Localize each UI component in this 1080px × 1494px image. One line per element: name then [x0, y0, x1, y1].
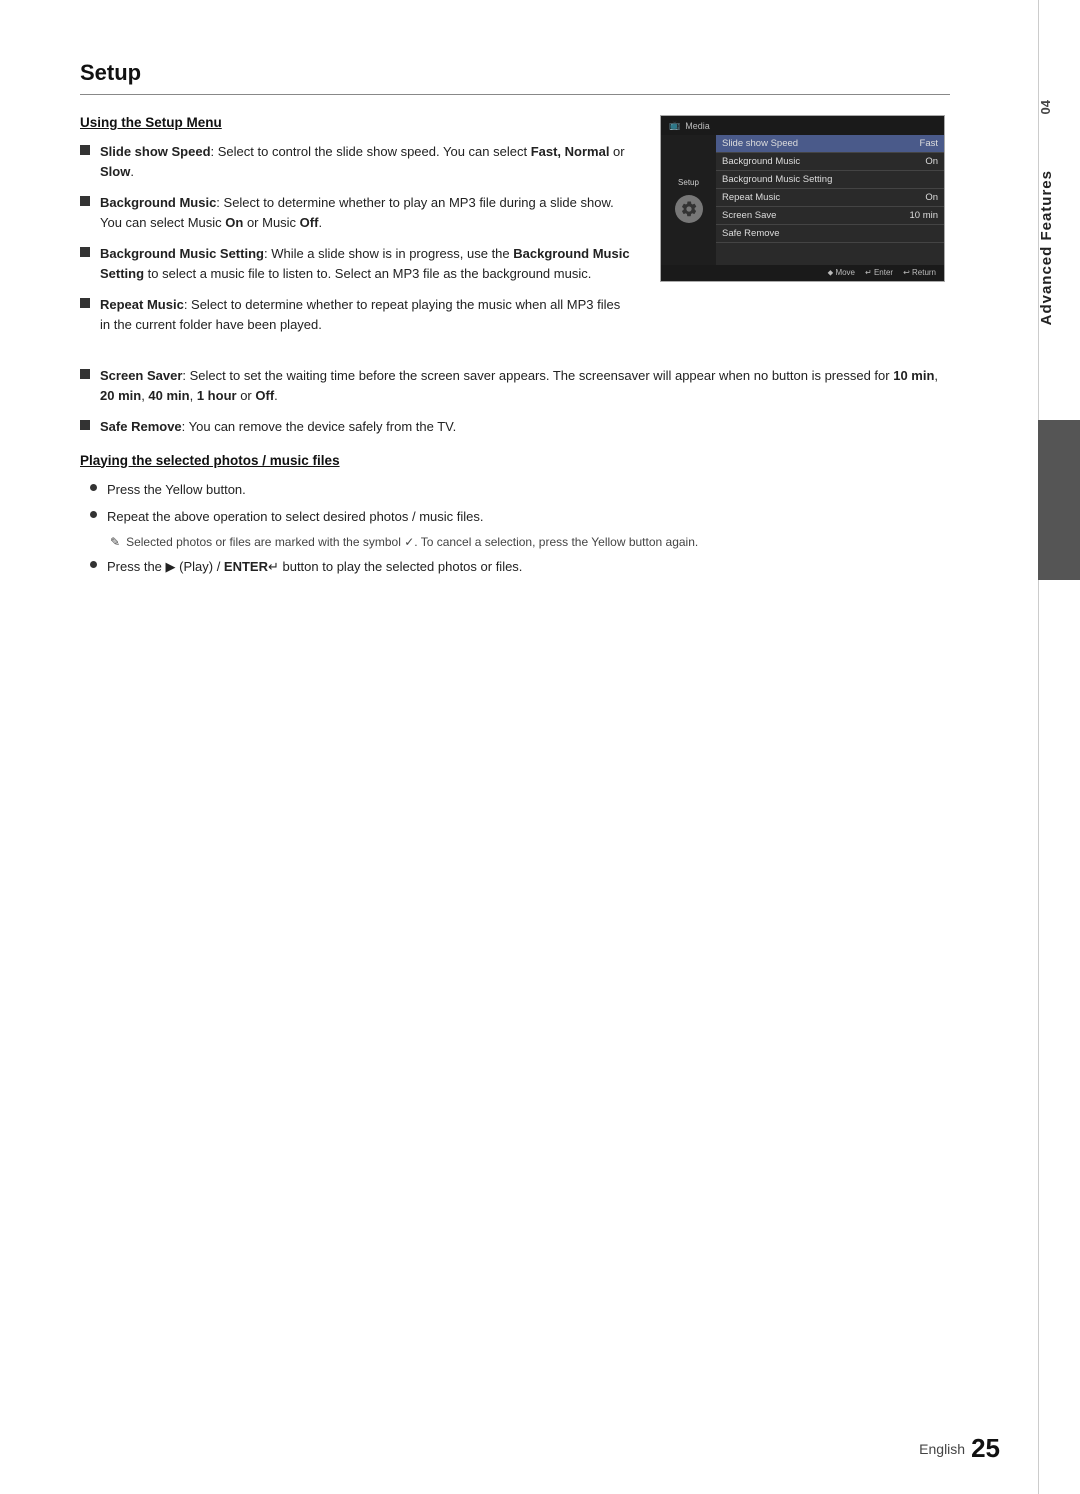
note-line: ✎ Selected photos or files are marked wi… [110, 535, 950, 549]
screen-row-label: Background Music [722, 156, 800, 167]
screen-row-value: 10 min [909, 210, 938, 221]
footer: English 25 [919, 1433, 1000, 1464]
screen-top-bar: 📺 Media [661, 116, 944, 135]
remaining-bullet-list: Screen Saver: Select to set the waiting … [80, 366, 950, 437]
full-width-bullets: Screen Saver: Select to set the waiting … [80, 366, 950, 437]
playing-section-heading: Playing the selected photos / music file… [80, 453, 950, 468]
side-dark-bar [1038, 420, 1080, 580]
playing-bullet-3: Press the ▶ (Play) / ENTER↵ button to pl… [90, 557, 950, 577]
bullet-square-icon [80, 298, 90, 308]
media-icon: 📺 [669, 120, 680, 131]
screen-content: Slide show Speed Fast Background Music O… [716, 135, 944, 265]
screen-row-saferemove: Safe Remove [716, 225, 944, 243]
bullet-square-icon [80, 247, 90, 257]
screen-row-repeatmusic: Repeat Music On [716, 189, 944, 207]
bullet-square-icon [80, 145, 90, 155]
bullet-circle-icon [90, 484, 97, 491]
section-title: Setup [80, 60, 950, 95]
screen-row-slideshow: Slide show Speed Fast [716, 135, 944, 153]
playing-bullet-2-text: Repeat the above operation to select des… [107, 507, 484, 527]
using-setup-menu-heading: Using the Setup Menu [80, 115, 630, 130]
screen-row-value: On [925, 192, 938, 203]
screen-control-move: ⬥ Move [828, 268, 855, 278]
screen-control-enter: ↵ Enter [865, 268, 893, 278]
bullet-background-music-setting: Background Music Setting: While a slide … [80, 244, 630, 283]
bullet-safe-remove: Safe Remove: You can remove the device s… [80, 417, 950, 437]
note-pencil-icon: ✎ [110, 535, 120, 549]
screen-row-label: Safe Remove [722, 228, 780, 239]
screen-bottom-bar: ⬥ Move ↵ Enter ↩ Return [661, 265, 944, 281]
screen-media-label: Media [685, 121, 710, 131]
screen-mockup: 📺 Media Setup [660, 115, 945, 282]
bullet-background-music-text: Background Music: Select to determine wh… [100, 193, 630, 232]
bullet-background-music-setting-text: Background Music Setting: While a slide … [100, 244, 630, 283]
side-tab: 04 Advanced Features [1038, 0, 1080, 1494]
playing-bullet-1-text: Press the Yellow button. [107, 480, 246, 500]
setup-bullet-list: Slide show Speed: Select to control the … [80, 142, 630, 334]
bullet-safe-remove-text: Safe Remove: You can remove the device s… [100, 417, 950, 437]
playing-bullet-3-text: Press the ▶ (Play) / ENTER↵ button to pl… [107, 557, 522, 577]
screen-row-bgmusicsetting: Background Music Setting [716, 171, 944, 189]
playing-bullet-list: Press the Yellow button. Repeat the abov… [90, 480, 950, 527]
chapter-number: 04 [1038, 100, 1080, 114]
screen-row-label: Screen Save [722, 210, 776, 221]
screen-row-value: On [925, 156, 938, 167]
bullet-circle-icon [90, 561, 97, 568]
gear-icon [675, 195, 703, 223]
page-container: 04 Advanced Features Setup Using the Set… [0, 0, 1080, 1494]
screen-body: Setup Slide show Speed [661, 135, 944, 265]
playing-bullet-2: Repeat the above operation to select des… [90, 507, 950, 527]
screen-sidebar: Setup [661, 135, 716, 265]
main-content: Setup Using the Setup Menu Slide show Sp… [80, 60, 950, 576]
footer-english-label: English [919, 1441, 965, 1457]
screen-row-label: Background Music Setting [722, 174, 832, 185]
playing-section: Playing the selected photos / music file… [80, 453, 950, 577]
bullet-square-icon [80, 196, 90, 206]
left-column: Using the Setup Menu Slide show Speed: S… [80, 115, 630, 346]
bullet-slideshow-speed: Slide show Speed: Select to control the … [80, 142, 630, 181]
bullet-circle-icon [90, 511, 97, 518]
chapter-label: Advanced Features [1038, 160, 1080, 335]
screen-control-return: ↩ Return [903, 268, 936, 278]
playing-bullet-1: Press the Yellow button. [90, 480, 950, 500]
bullet-square-icon [80, 420, 90, 430]
two-col-layout: Using the Setup Menu Slide show Speed: S… [80, 115, 950, 346]
bullet-repeat-music-text: Repeat Music: Select to determine whethe… [100, 295, 630, 334]
screen-row-screensave: Screen Save 10 min [716, 207, 944, 225]
bullet-square-icon [80, 369, 90, 379]
bullet-slideshow-speed-text: Slide show Speed: Select to control the … [100, 142, 630, 181]
screen-row-value: Fast [920, 138, 938, 149]
bullet-screen-saver: Screen Saver: Select to set the waiting … [80, 366, 950, 405]
playing-bullet-list-2: Press the ▶ (Play) / ENTER↵ button to pl… [90, 557, 950, 577]
footer-page-number: 25 [971, 1433, 1000, 1464]
note-text: Selected photos or files are marked with… [126, 535, 698, 549]
right-column: 📺 Media Setup [660, 115, 950, 346]
screen-row-label: Slide show Speed [722, 138, 798, 149]
bullet-repeat-music: Repeat Music: Select to determine whethe… [80, 295, 630, 334]
bullet-background-music: Background Music: Select to determine wh… [80, 193, 630, 232]
screen-row-label: Repeat Music [722, 192, 780, 203]
setup-sidebar-label: Setup [678, 178, 699, 187]
screen-row-bgmusic: Background Music On [716, 153, 944, 171]
bullet-screen-saver-text: Screen Saver: Select to set the waiting … [100, 366, 950, 405]
